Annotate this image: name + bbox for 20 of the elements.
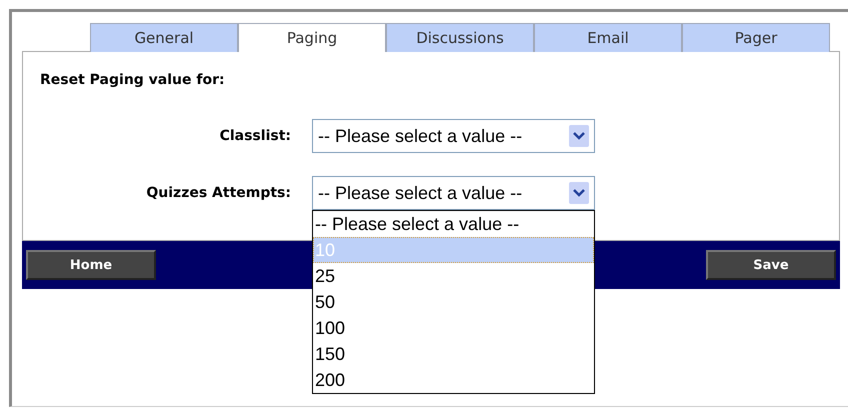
select-field[interactable]: -- Please select a value -- — [312, 119, 595, 153]
chevron-down-icon — [569, 182, 589, 204]
tab[interactable]: Paging — [238, 23, 386, 52]
dropdown-option[interactable]: 200 — [313, 367, 594, 393]
tab[interactable]: Pager — [682, 23, 830, 52]
dropdown-option[interactable]: 25 — [313, 263, 594, 289]
dropdown-option[interactable]: 50 — [313, 289, 594, 315]
tab[interactable]: General — [90, 23, 238, 52]
dropdown-option[interactable]: -- Please select a value -- — [313, 211, 594, 237]
action-button[interactable]: Save — [706, 250, 836, 280]
tab[interactable]: Email — [534, 23, 682, 52]
chevron-down-icon — [569, 125, 589, 147]
tab[interactable]: Discussions — [386, 23, 534, 52]
select-field[interactable]: -- Please select a value -- — [312, 176, 595, 210]
section-heading: Reset Paging value for: — [40, 72, 226, 88]
field-label: Quizzes Attempts: — [145, 185, 292, 201]
dropdown-option[interactable]: 100 — [313, 315, 594, 341]
dropdown-option[interactable]: 150 — [313, 341, 594, 367]
field-label: Classlist: — [218, 128, 292, 144]
action-button[interactable]: Home — [26, 250, 156, 280]
